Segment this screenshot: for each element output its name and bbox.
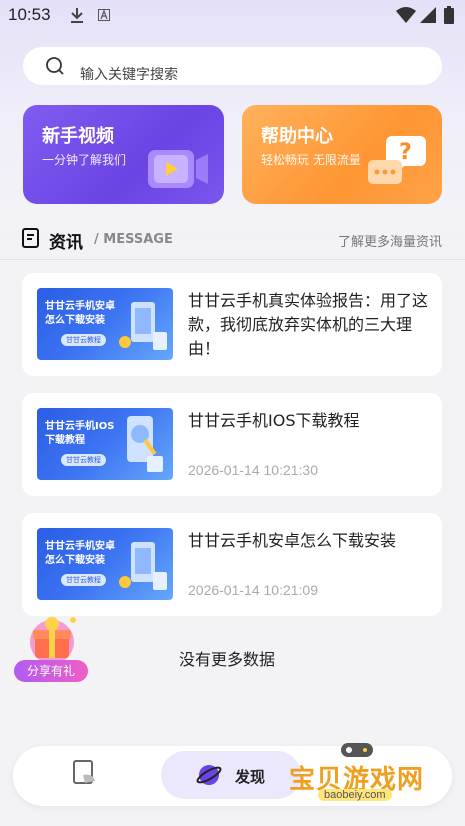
phone-illustration-icon <box>119 302 167 350</box>
article-thumbnail: 甘甘云手机安卓怎么下载安装 甘甘云教程 <box>37 528 173 600</box>
phone-illustration-icon <box>127 416 163 472</box>
battery-icon <box>444 6 454 24</box>
watermark-url: baobeiy.com <box>318 789 392 801</box>
article-thumbnail: 甘甘云手机安卓怎么下载安装 甘甘云教程 <box>37 288 173 360</box>
card-title: 新手视频 <box>42 126 114 147</box>
discover-tab[interactable]: 发现 <box>161 751 301 799</box>
help-center-card[interactable]: 帮助中心 轻松畅玩 无限流量 ? <box>242 105 442 204</box>
search-bar[interactable]: 输入关键字搜索 <box>23 47 442 85</box>
watermark-logo: 宝贝游戏网 baobeiy.com <box>284 740 444 810</box>
discover-label: 发现 <box>235 768 266 786</box>
article-title: 甘甘云手机IOS下载教程 <box>188 411 360 430</box>
thumbnail-tag: 甘甘云教程 <box>61 334 106 346</box>
article-date: 2026-01-14 10:21:30 <box>188 462 318 478</box>
card-title: 帮助中心 <box>261 126 333 147</box>
status-time: 10:53 <box>8 5 51 24</box>
list-item[interactable]: 甘甘云手机安卓怎么下载安装 甘甘云教程 甘甘云手机真实体验报告：用了这款，我彻底… <box>22 273 442 376</box>
thumbnail-text: 甘甘云手机IOS下载教程 <box>45 421 115 446</box>
article-thumbnail: 甘甘云手机IOS下载教程 甘甘云教程 <box>37 408 173 480</box>
list-item[interactable]: 甘甘云手机安卓怎么下载安装 甘甘云教程 甘甘云手机安卓怎么下载安装 2026-0… <box>22 513 442 616</box>
article-title: 甘甘云手机安卓怎么下载安装 <box>188 531 397 550</box>
no-more-data-text: 没有更多数据 <box>179 650 276 669</box>
thumbnail-text: 甘甘云手机安卓怎么下载安装 <box>45 301 115 326</box>
wifi-icon <box>396 7 416 23</box>
card-subtitle: 轻松畅玩 无限流量 <box>261 153 361 167</box>
article-date: 2026-01-14 10:21:09 <box>188 582 318 598</box>
thumbnail-text: 甘甘云手机安卓怎么下载安装 <box>45 541 115 566</box>
download-icon <box>71 8 83 23</box>
help-chat-icon: ? <box>368 136 426 184</box>
divider <box>0 259 465 260</box>
gamepad-icon <box>341 743 373 757</box>
svg-text:?: ? <box>399 140 412 165</box>
video-icon <box>148 150 208 188</box>
gift-icon <box>30 617 76 664</box>
home-tab-icon[interactable] <box>71 759 97 787</box>
news-subtitle: / MESSAGE <box>94 232 173 247</box>
search-icon <box>46 57 64 75</box>
phone-illustration-icon <box>119 542 167 590</box>
status-bar: 10:53 <box>0 0 465 32</box>
share-gift-button[interactable]: 分享有礼 <box>13 612 89 684</box>
list-item[interactable]: 甘甘云手机IOS下载教程 甘甘云教程 甘甘云手机IOS下载教程 2026-01-… <box>22 393 442 496</box>
news-icon <box>22 228 39 248</box>
notification-a-icon <box>98 9 110 21</box>
signal-icon <box>420 7 436 23</box>
thumbnail-tag: 甘甘云教程 <box>61 454 106 466</box>
planet-icon <box>196 765 222 785</box>
news-title: 资讯 <box>49 233 83 253</box>
news-section-header: 资讯 / MESSAGE 了解更多海量资讯 <box>21 228 442 253</box>
article-title: 甘甘云手机真实体验报告：用了这款，我彻底放弃实体机的三大理由！ <box>188 291 429 358</box>
share-gift-label: 分享有礼 <box>14 660 88 682</box>
search-input[interactable]: 输入关键字搜索 <box>80 64 178 84</box>
card-subtitle: 一分钟了解我们 <box>42 153 127 167</box>
beginner-video-card[interactable]: 新手视频 一分钟了解我们 <box>23 105 224 204</box>
thumbnail-tag: 甘甘云教程 <box>61 574 106 586</box>
news-more-link[interactable]: 了解更多海量资讯 <box>338 231 442 250</box>
